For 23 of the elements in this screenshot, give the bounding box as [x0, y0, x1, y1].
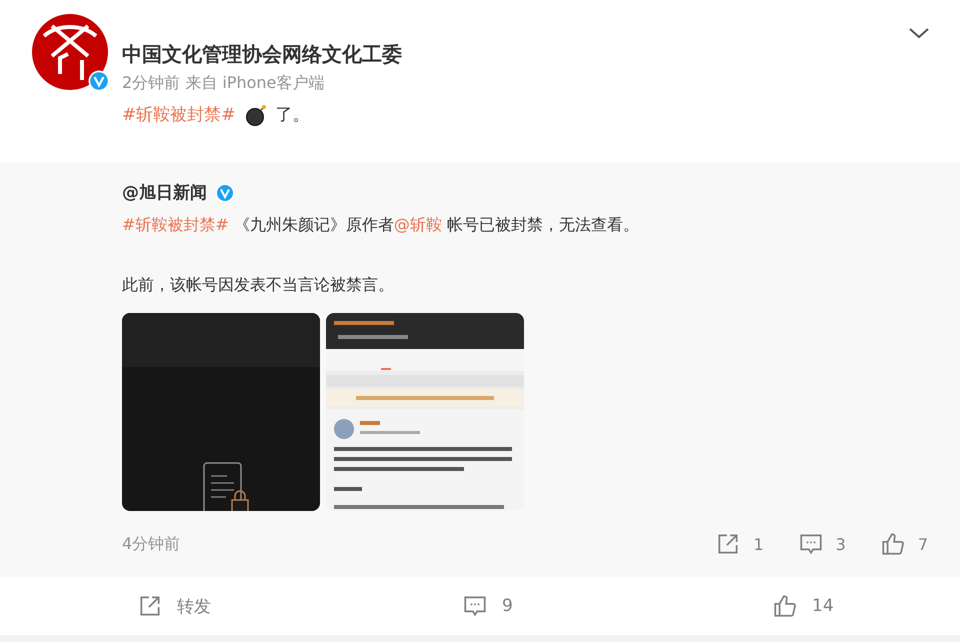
repost-author[interactable]: @旭日新闻 — [122, 181, 207, 205]
topic-link[interactable]: #斩鞍被封禁# — [122, 215, 229, 234]
post-source: 来自 iPhone客户端 — [185, 73, 324, 92]
like-button[interactable]: 14 — [772, 593, 834, 619]
mention-link[interactable]: @斩鞍 — [394, 215, 442, 234]
avatar[interactable] — [32, 14, 108, 90]
post-time: 2分钟前 — [122, 73, 180, 92]
repost-time: 4分钟前 — [122, 534, 182, 554]
repost-count-button[interactable]: 1 — [715, 531, 764, 557]
topic-link[interactable]: #斩鞍被封禁# — [122, 102, 236, 128]
comment-button[interactable]: 9 — [462, 593, 513, 619]
chevron-down-icon[interactable] — [908, 26, 930, 40]
repost-button[interactable]: 转发 — [137, 593, 211, 619]
author-name[interactable]: 中国文化管理协会网络文化工委 — [122, 40, 402, 68]
repost-text: 此前，该帐号因发表不当言论被禁言。 — [122, 274, 395, 296]
profile-page-screenshot[interactable] — [326, 313, 524, 511]
bomb-icon — [244, 103, 268, 127]
thumbs-up-icon — [772, 593, 798, 619]
like-count-button[interactable]: 7 — [880, 531, 928, 557]
thumbs-up-icon — [880, 531, 906, 557]
comment-count-button[interactable]: 3 — [798, 531, 846, 557]
repost-text: #斩鞍被封禁# 《九州朱颜记》原作者@斩鞍 帐号已被封禁，无法查看。 — [122, 214, 640, 236]
post-text: 了。 — [276, 104, 310, 127]
